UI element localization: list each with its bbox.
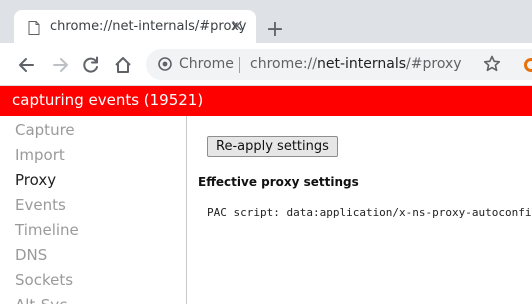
close-icon[interactable]: × <box>228 17 246 35</box>
sidebar-item-import[interactable]: Import <box>15 146 65 164</box>
home-icon[interactable] <box>113 55 133 75</box>
chrome-icon <box>158 57 172 71</box>
sidebar-item-events[interactable]: Events <box>15 196 66 214</box>
reapply-settings-button[interactable]: Re-apply settings <box>207 136 338 157</box>
back-arrow-icon[interactable] <box>17 55 37 75</box>
forward-arrow-icon[interactable] <box>50 55 70 75</box>
tab-net-internals[interactable]: chrome://net-internals/#proxy × <box>14 10 256 43</box>
capture-status: capturing events (19521) <box>12 91 204 109</box>
sidebar-item-capture[interactable]: Capture <box>15 121 75 139</box>
tab-strip: chrome://net-internals/#proxy × + <box>0 0 532 43</box>
status-bar: capturing events (19521) <box>0 86 532 116</box>
url-text[interactable]: chrome://net-internals/#proxy <box>250 56 462 72</box>
tab-title: chrome://net-internals/#proxy <box>50 19 247 34</box>
extension-icon[interactable] <box>524 58 532 72</box>
omnibox-divider <box>239 57 240 73</box>
address-bar[interactable]: Chrome chrome://net-internals/#proxy <box>146 49 532 80</box>
pac-script-line: PAC script: data:application/x-ns-proxy-… <box>207 206 532 219</box>
new-tab-button[interactable]: + <box>262 18 288 44</box>
toolbar: Chrome chrome://net-internals/#proxy <box>0 43 532 86</box>
sidebar-item-timeline[interactable]: Timeline <box>15 221 79 239</box>
sidebar-item-dns[interactable]: DNS <box>15 246 47 264</box>
sidebar-item-sockets[interactable]: Sockets <box>15 271 73 289</box>
proxy-panel: Re-apply settings Effective proxy settin… <box>188 116 532 304</box>
sidebar-item-alt-svc[interactable]: Alt-Svc <box>15 296 67 304</box>
sidebar: Capture Import Proxy Events Timeline DNS… <box>0 116 187 304</box>
site-chip: Chrome <box>179 56 234 72</box>
bookmark-star-icon[interactable] <box>482 54 502 74</box>
sidebar-item-proxy[interactable]: Proxy <box>15 171 56 189</box>
page-icon <box>28 21 40 35</box>
reload-icon[interactable] <box>81 55 101 75</box>
effective-proxy-heading: Effective proxy settings <box>198 175 359 189</box>
